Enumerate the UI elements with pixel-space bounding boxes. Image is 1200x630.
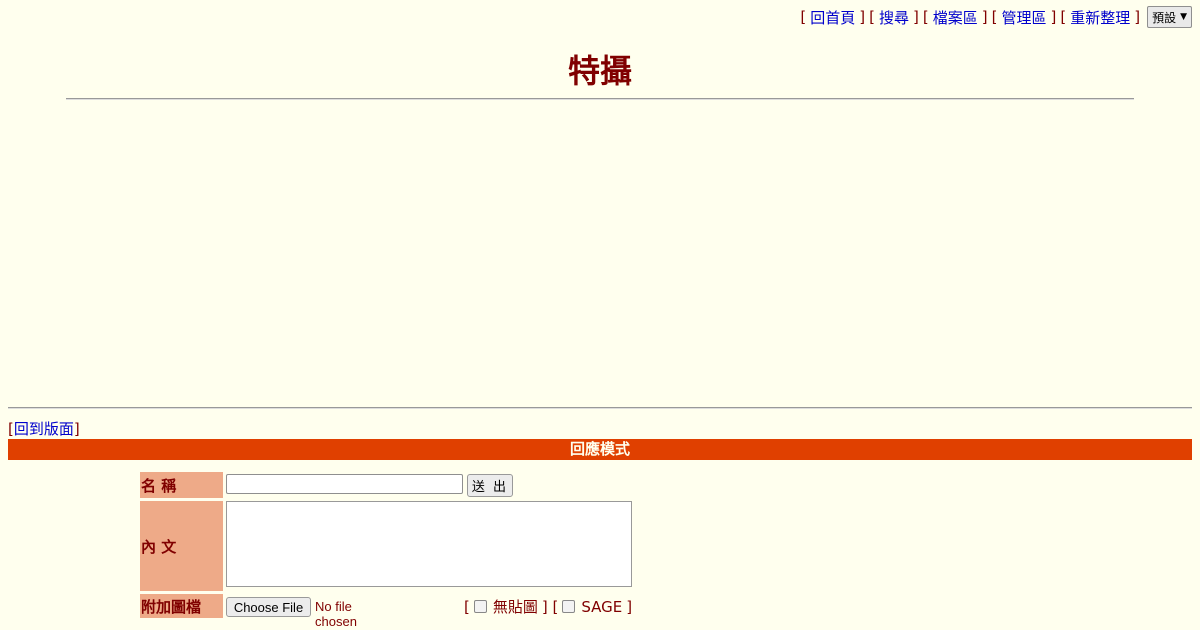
nav-search-link[interactable]: 搜尋: [879, 7, 909, 28]
nav-refresh-link[interactable]: 重新整理: [1070, 7, 1130, 28]
style-select[interactable]: 預設 ▼: [1147, 6, 1192, 28]
sage-label: SAGE: [581, 597, 623, 616]
nav-archive-link[interactable]: 檔案區: [933, 7, 978, 28]
divider-top: [66, 98, 1134, 100]
submit-button[interactable]: 送 出: [467, 474, 513, 497]
file-label: 附加圖檔: [140, 594, 223, 618]
back-link-wrapper: [回到版面]: [8, 420, 80, 438]
top-nav: [回首頁] [搜尋] [檔案區] [管理區] [重新整理] 預設 ▼: [800, 6, 1192, 28]
back-to-board-link[interactable]: 回到版面: [14, 420, 74, 438]
choose-file-button[interactable]: Choose File: [226, 597, 311, 617]
sage-checkbox[interactable]: [562, 600, 576, 613]
page-title: 特攝: [567, 52, 632, 90]
noimage-label: 無貼圖: [492, 598, 538, 616]
nav-admin-link[interactable]: 管理區: [1001, 7, 1046, 28]
file-status: No file chosen: [315, 599, 357, 629]
reply-mode-bar: 回應模式: [8, 439, 1192, 460]
name-input[interactable]: [226, 474, 463, 494]
divider-bottom: [8, 407, 1192, 409]
post-options: [ 無貼圖 ] [ SAGE ]: [464, 597, 633, 617]
name-label: 名 稱: [140, 472, 223, 498]
style-select-value: 預設: [1152, 10, 1177, 25]
nav-home-link[interactable]: 回首頁: [810, 7, 855, 28]
body-label: 內 文: [140, 501, 223, 591]
body-textarea[interactable]: [226, 501, 632, 587]
noimage-checkbox[interactable]: [473, 600, 487, 613]
chevron-down-icon: ▼: [1180, 12, 1187, 22]
